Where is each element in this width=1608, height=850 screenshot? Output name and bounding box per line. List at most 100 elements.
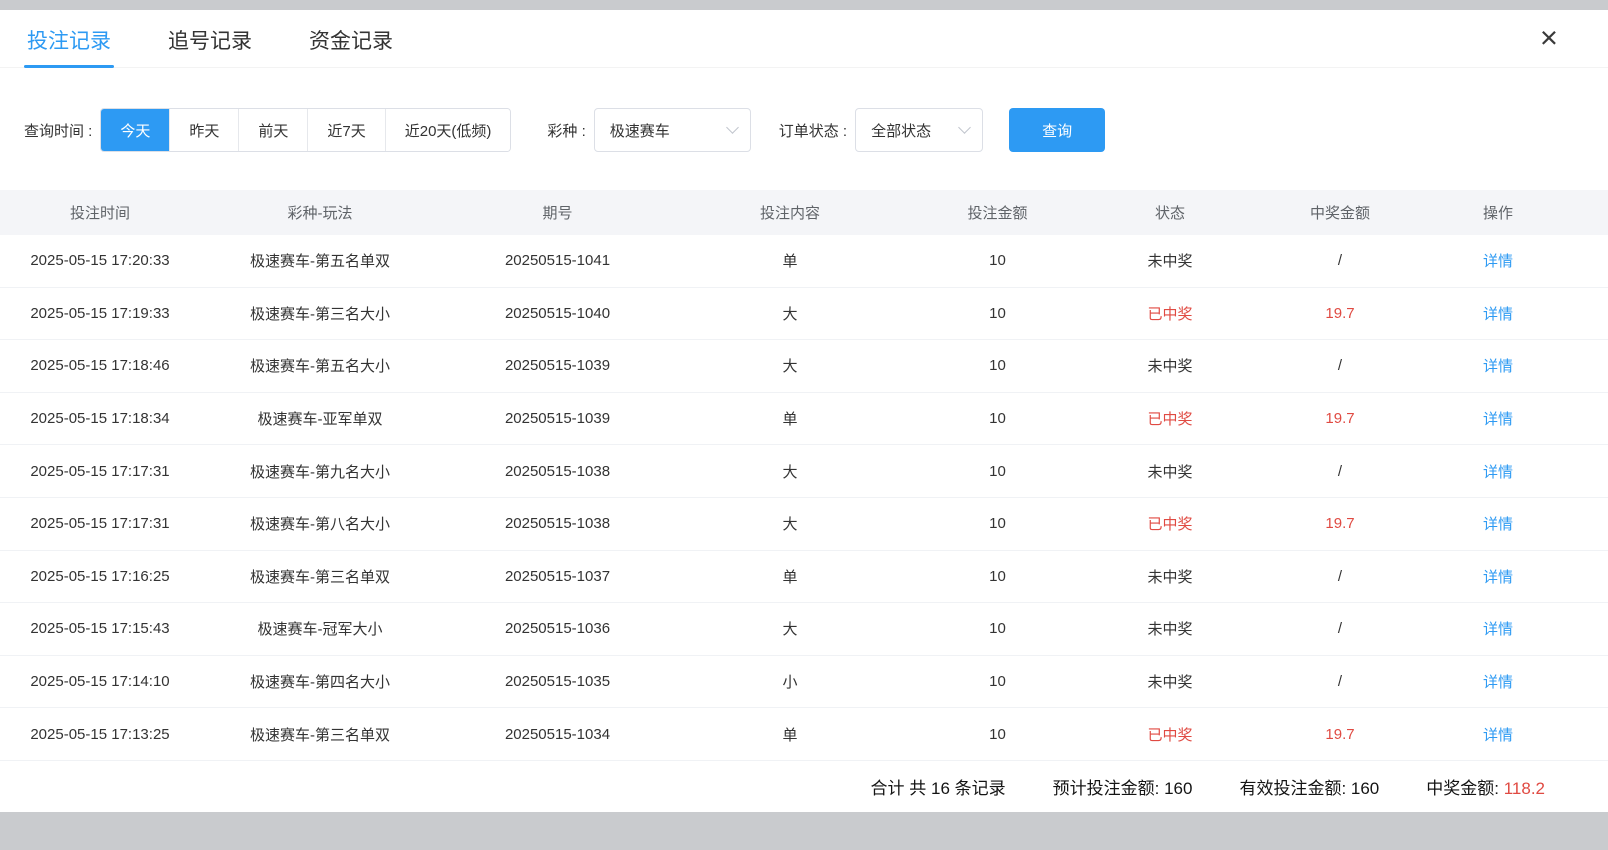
detail-link[interactable]: 详情: [1483, 671, 1513, 692]
detail-link[interactable]: 详情: [1483, 355, 1513, 376]
cell-win-amount: /: [1250, 340, 1430, 392]
cell-bet-content: 大: [675, 340, 905, 392]
detail-link[interactable]: 详情: [1483, 513, 1513, 534]
time-option-day-before[interactable]: 前天: [238, 109, 307, 151]
tab-bar: 投注记录 追号记录 资金记录 ×: [0, 10, 1608, 68]
summary-win-label: 中奖金额:: [1426, 779, 1503, 798]
cell-bet-time: 2025-05-15 17:18:34: [0, 393, 200, 445]
header-bet-time: 投注时间: [0, 190, 200, 235]
cell-bet-amount: 10: [905, 393, 1090, 445]
table-row: 2025-05-15 17:15:43 极速赛车-冠军大小 20250515-1…: [0, 603, 1608, 656]
cell-bet-content: 大: [675, 445, 905, 497]
cell-period: 20250515-1035: [440, 656, 675, 708]
header-period: 期号: [440, 190, 675, 235]
detail-link[interactable]: 详情: [1483, 461, 1513, 482]
cell-win-amount: 19.7: [1250, 288, 1430, 340]
cell-game-play: 极速赛车-第四名大小: [200, 656, 440, 708]
cell-win-amount: 19.7: [1250, 393, 1430, 445]
cell-status: 已中奖: [1090, 708, 1250, 760]
cell-game-play: 极速赛车-第九名大小: [200, 445, 440, 497]
cell-bet-amount: 10: [905, 656, 1090, 708]
cell-win-amount: 19.7: [1250, 498, 1430, 550]
cell-bet-content: 单: [675, 551, 905, 603]
query-button[interactable]: 查询: [1009, 108, 1105, 152]
header-win-amount: 中奖金额: [1250, 190, 1430, 235]
cell-bet-amount: 10: [905, 445, 1090, 497]
chevron-down-icon: [958, 121, 971, 134]
cell-status: 未中奖: [1090, 656, 1250, 708]
status-filter-label: 订单状态 :: [779, 120, 847, 141]
header-game-play: 彩种-玩法: [200, 190, 440, 235]
cell-bet-time: 2025-05-15 17:17:31: [0, 445, 200, 497]
cell-status: 已中奖: [1090, 498, 1250, 550]
cell-game-play: 极速赛车-第三名单双: [200, 708, 440, 760]
time-option-today[interactable]: 今天: [101, 109, 169, 151]
cell-period: 20250515-1037: [440, 551, 675, 603]
cell-bet-time: 2025-05-15 17:16:25: [0, 551, 200, 603]
cell-status: 未中奖: [1090, 340, 1250, 392]
cell-status: 未中奖: [1090, 603, 1250, 655]
cell-period: 20250515-1038: [440, 498, 675, 550]
summary-bar: 合计 共 16 条记录 预计投注金额: 160 有效投注金额: 160 中奖金额…: [0, 761, 1608, 812]
detail-link[interactable]: 详情: [1483, 724, 1513, 745]
records-table: 投注时间 彩种-玩法 期号 投注内容 投注金额 状态 中奖金额 操作 2025-…: [0, 190, 1608, 761]
detail-link[interactable]: 详情: [1483, 303, 1513, 324]
cell-period: 20250515-1041: [440, 235, 675, 287]
summary-expected-amount: 预计投注金额: 160: [1053, 774, 1193, 799]
cell-bet-time: 2025-05-15 17:13:25: [0, 708, 200, 760]
filter-bar: 查询时间 : 今天 昨天 前天 近7天 近20天(低频) 彩种 : 极速赛车 订…: [24, 108, 1608, 152]
cell-period: 20250515-1039: [440, 340, 675, 392]
time-filter-group: 今天 昨天 前天 近7天 近20天(低频): [100, 108, 511, 152]
cell-bet-content: 单: [675, 235, 905, 287]
cell-bet-amount: 10: [905, 340, 1090, 392]
order-status-select[interactable]: 全部状态: [855, 108, 983, 152]
cell-status: 已中奖: [1090, 288, 1250, 340]
cell-status: 未中奖: [1090, 445, 1250, 497]
detail-link[interactable]: 详情: [1483, 250, 1513, 271]
cell-game-play: 极速赛车-第五名大小: [200, 340, 440, 392]
detail-link[interactable]: 详情: [1483, 408, 1513, 429]
time-option-yesterday[interactable]: 昨天: [169, 109, 238, 151]
cell-bet-time: 2025-05-15 17:18:46: [0, 340, 200, 392]
cell-period: 20250515-1036: [440, 603, 675, 655]
time-option-last7days[interactable]: 近7天: [307, 109, 384, 151]
summary-win-amount: 中奖金额: 118.2: [1426, 774, 1545, 799]
lottery-select[interactable]: 极速赛车: [594, 108, 751, 152]
tab-betting-records[interactable]: 投注记录: [27, 10, 111, 67]
cell-bet-content: 大: [675, 288, 905, 340]
cell-bet-amount: 10: [905, 551, 1090, 603]
table-row: 2025-05-15 17:14:10 极速赛车-第四名大小 20250515-…: [0, 656, 1608, 709]
cell-bet-content: 单: [675, 708, 905, 760]
chevron-down-icon: [726, 121, 739, 134]
header-bet-amount: 投注金额: [905, 190, 1090, 235]
status-select-value: 全部状态: [871, 120, 931, 141]
time-option-last20days[interactable]: 近20天(低频): [385, 109, 511, 151]
cell-game-play: 极速赛车-第三名大小: [200, 288, 440, 340]
cell-bet-amount: 10: [905, 288, 1090, 340]
cell-bet-content: 单: [675, 393, 905, 445]
cell-game-play: 极速赛车-冠军大小: [200, 603, 440, 655]
table-row: 2025-05-15 17:17:31 极速赛车-第九名大小 20250515-…: [0, 445, 1608, 498]
cell-win-amount: 19.7: [1250, 708, 1430, 760]
detail-link[interactable]: 详情: [1483, 618, 1513, 639]
cell-game-play: 极速赛车-第五名单双: [200, 235, 440, 287]
table-row: 2025-05-15 17:16:25 极速赛车-第三名单双 20250515-…: [0, 551, 1608, 604]
cell-bet-amount: 10: [905, 603, 1090, 655]
cell-win-amount: /: [1250, 603, 1430, 655]
lottery-select-value: 极速赛车: [610, 120, 670, 141]
tab-fund-records[interactable]: 资金记录: [309, 10, 393, 67]
cell-bet-content: 大: [675, 603, 905, 655]
table-row: 2025-05-15 17:17:31 极速赛车-第八名大小 20250515-…: [0, 498, 1608, 551]
cell-bet-time: 2025-05-15 17:14:10: [0, 656, 200, 708]
detail-link[interactable]: 详情: [1483, 566, 1513, 587]
summary-win-value: 118.2: [1504, 779, 1545, 798]
table-header: 投注时间 彩种-玩法 期号 投注内容 投注金额 状态 中奖金额 操作: [0, 190, 1608, 235]
cell-status: 已中奖: [1090, 393, 1250, 445]
header-status: 状态: [1090, 190, 1250, 235]
close-icon[interactable]: ×: [1540, 19, 1558, 57]
cell-period: 20250515-1039: [440, 393, 675, 445]
tab-chase-records[interactable]: 追号记录: [168, 10, 252, 67]
cell-win-amount: /: [1250, 445, 1430, 497]
cell-period: 20250515-1038: [440, 445, 675, 497]
summary-valid-amount: 有效投注金额: 160: [1239, 774, 1379, 799]
